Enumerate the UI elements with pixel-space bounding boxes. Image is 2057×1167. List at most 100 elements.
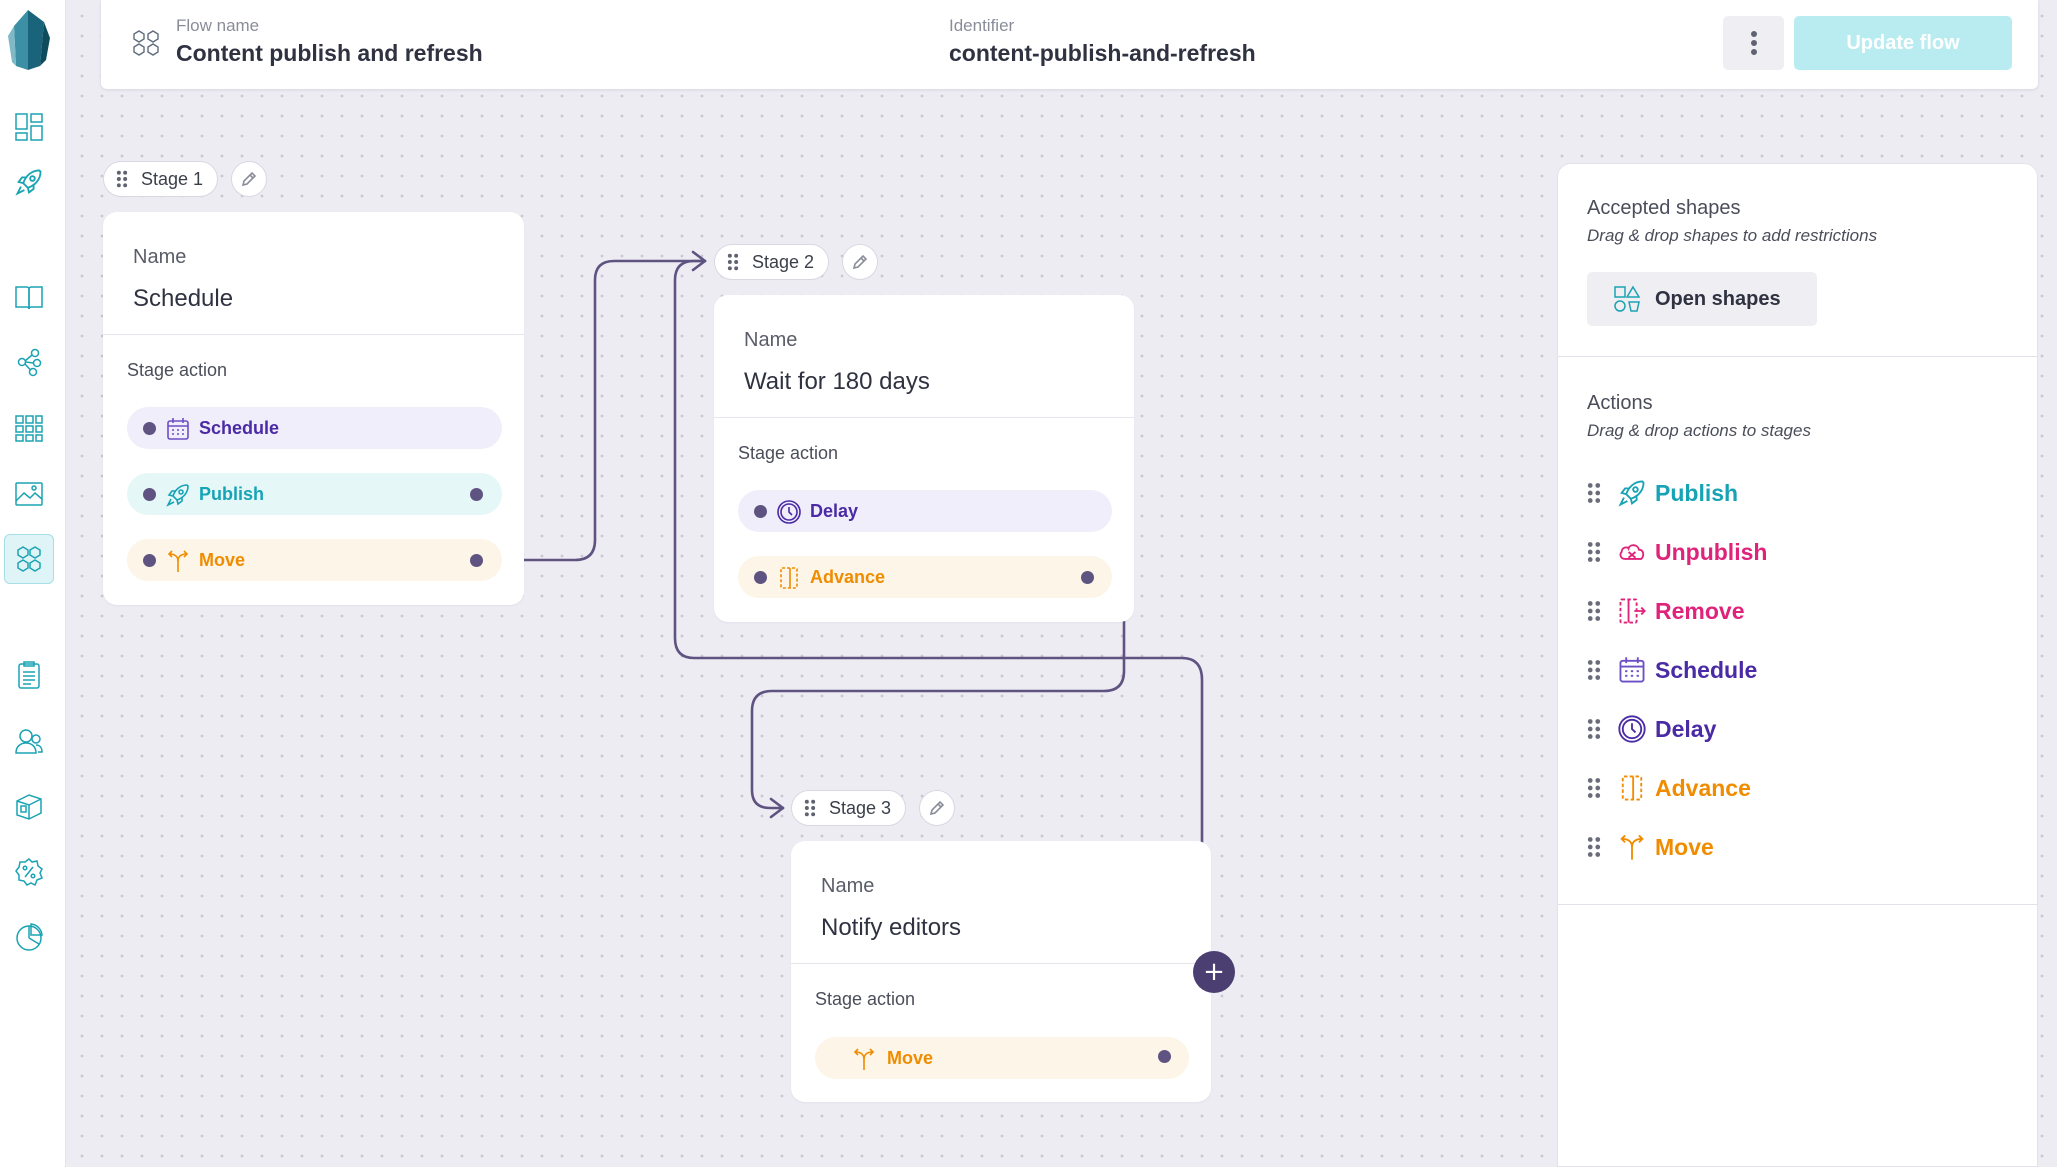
stage-action-label: Stage action xyxy=(127,360,228,380)
drag-handle-icon[interactable] xyxy=(1587,482,1601,504)
edit-stage-2-button[interactable] xyxy=(842,244,878,280)
remove-icon xyxy=(1619,598,1646,624)
action-publish[interactable]: Publish xyxy=(127,473,502,515)
drag-handle-icon[interactable] xyxy=(1587,600,1601,622)
flow-name-label: Flow name xyxy=(176,16,260,35)
rocket-icon xyxy=(1619,480,1645,506)
sidebar-item-flows[interactable] xyxy=(4,534,54,584)
move-icon xyxy=(1620,834,1644,861)
draggable-action-schedule[interactable]: Schedule xyxy=(1587,653,1757,687)
sidebar-item-docs[interactable] xyxy=(4,272,54,322)
update-flow-button[interactable]: Update flow xyxy=(1794,16,2012,70)
stage-1-chip[interactable]: Stage 1 xyxy=(103,161,219,197)
sidebar-item-grid[interactable] xyxy=(4,403,54,453)
stage-2-chip[interactable]: Stage 2 xyxy=(714,244,830,280)
identifier-value[interactable]: content-publish-and-refresh xyxy=(949,40,1256,67)
action-move[interactable]: Move xyxy=(815,1037,1189,1079)
output-connector-dot[interactable] xyxy=(1081,571,1094,584)
chart-icon xyxy=(16,923,43,951)
drag-handle-icon[interactable] xyxy=(1587,541,1601,563)
sidebar-item-promotions[interactable] xyxy=(4,847,54,897)
name-label: Name xyxy=(133,246,187,268)
cloud-icon xyxy=(1619,544,1645,560)
sidebar-item-graph[interactable] xyxy=(4,337,54,387)
advance-icon xyxy=(780,567,798,589)
cube-icon xyxy=(16,794,42,820)
kebab-menu-icon xyxy=(1750,31,1757,55)
drag-handle-icon[interactable] xyxy=(804,799,816,817)
output-connector-dot[interactable] xyxy=(1158,1050,1171,1063)
drag-handle-icon[interactable] xyxy=(1587,659,1601,681)
app-logo-icon[interactable] xyxy=(6,8,50,72)
stage-action-label: Stage action xyxy=(738,443,839,463)
flow-header: Flow name Content publish and refresh Id… xyxy=(101,0,2038,89)
draggable-action-publish[interactable]: Publish xyxy=(1587,476,1738,510)
stage-3-card[interactable]: Name Notify editors Stage action Move xyxy=(791,841,1211,1102)
output-connector-dot[interactable] xyxy=(470,554,483,567)
edit-stage-1-button[interactable] xyxy=(231,161,267,197)
graph-icon xyxy=(17,348,42,377)
connector-dot xyxy=(754,505,767,518)
shapes-icon xyxy=(1614,285,1641,312)
draggable-action-unpublish[interactable]: Unpublish xyxy=(1587,535,1767,569)
stage-name[interactable]: Schedule xyxy=(133,285,233,313)
sidebar-item-analytics[interactable] xyxy=(4,912,54,962)
name-label: Name xyxy=(744,329,798,351)
connector-dot xyxy=(143,554,156,567)
action-move[interactable]: Move xyxy=(127,539,502,581)
pencil-icon xyxy=(930,801,944,815)
draggable-action-delay[interactable]: Delay xyxy=(1587,712,1716,746)
add-connection-button[interactable]: + xyxy=(1193,951,1235,993)
edit-stage-3-button[interactable] xyxy=(919,790,955,826)
sidebar-item-users[interactable] xyxy=(4,716,54,766)
rocket-icon xyxy=(167,484,189,506)
book-icon xyxy=(15,286,43,310)
stage-3-chip[interactable]: Stage 3 xyxy=(791,790,907,826)
accepted-shapes-subtitle: Drag & drop shapes to add restrictions xyxy=(1587,226,1878,245)
accepted-shapes-title: Accepted shapes xyxy=(1587,197,1741,219)
stage-name[interactable]: Notify editors xyxy=(821,914,961,942)
move-icon xyxy=(168,550,188,573)
actions-title: Actions xyxy=(1587,392,1653,414)
flow-name-value[interactable]: Content publish and refresh xyxy=(176,40,483,67)
flows-icon xyxy=(133,30,159,56)
draggable-action-move[interactable]: Move xyxy=(1587,830,1714,864)
name-label: Name xyxy=(821,875,875,897)
stage-action-label: Stage action xyxy=(815,989,916,1009)
sidebar-item-tasks[interactable] xyxy=(4,650,54,700)
plus-icon: + xyxy=(1203,957,1225,987)
draggable-action-advance[interactable]: Advance xyxy=(1587,771,1751,805)
stage-1-card[interactable]: Name Schedule Stage action Schedule Publ… xyxy=(103,212,524,605)
stage-name[interactable]: Wait for 180 days xyxy=(744,368,930,396)
action-advance[interactable]: Advance xyxy=(738,556,1112,598)
sidebar-item-models[interactable] xyxy=(4,781,54,831)
stage-2-card[interactable]: Name Wait for 180 days Stage action Dela… xyxy=(714,295,1134,622)
percent-icon xyxy=(15,858,43,887)
action-delay[interactable]: Delay xyxy=(738,490,1112,532)
panel-divider xyxy=(1558,356,2037,357)
flows-icon xyxy=(17,546,41,572)
action-schedule[interactable]: Schedule xyxy=(127,407,502,449)
sidebar-item-media[interactable] xyxy=(4,469,54,519)
sidebar-item-launch[interactable] xyxy=(4,157,54,207)
pencil-icon xyxy=(242,172,256,186)
output-connector-dot[interactable] xyxy=(470,488,483,501)
connector-dot xyxy=(754,571,767,584)
identifier-label: Identifier xyxy=(949,16,1015,35)
drag-handle-icon[interactable] xyxy=(1587,777,1601,799)
left-sidebar xyxy=(0,0,66,1167)
more-options-button[interactable] xyxy=(1723,16,1784,70)
pencil-icon xyxy=(853,255,867,269)
image-icon xyxy=(15,482,43,506)
open-shapes-button[interactable]: Open shapes xyxy=(1587,272,1817,326)
stage-2-label: Stage 2 xyxy=(752,251,815,272)
draggable-action-remove[interactable]: Remove xyxy=(1587,594,1744,628)
drag-handle-icon[interactable] xyxy=(116,170,128,188)
rocket-icon xyxy=(16,169,42,195)
drag-handle-icon[interactable] xyxy=(1587,718,1601,740)
drag-handle-icon[interactable] xyxy=(727,253,739,271)
drag-handle-icon[interactable] xyxy=(1587,836,1601,858)
actions-subtitle: Drag & drop actions to stages xyxy=(1587,421,1811,440)
calendar-icon xyxy=(167,417,189,440)
sidebar-item-dashboard[interactable] xyxy=(4,102,54,152)
